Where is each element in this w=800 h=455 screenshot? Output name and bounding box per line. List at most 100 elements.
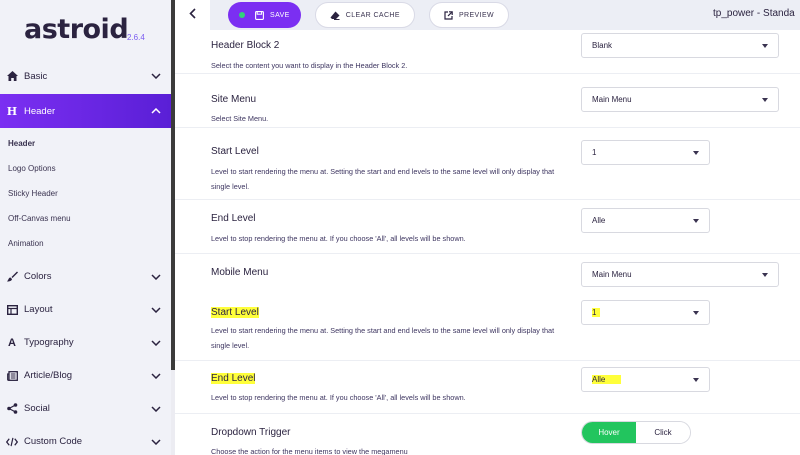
option-click[interactable]: Click: [636, 422, 690, 443]
select-value: Alle: [592, 375, 622, 384]
sidebar-item-label: Social: [24, 403, 50, 414]
settings-panel: Header Block 2 Select the content you wa…: [175, 30, 800, 455]
chevron-down-icon: [151, 371, 161, 381]
caret-down-icon: [693, 378, 699, 382]
share-icon: [6, 403, 18, 414]
submenu-sticky-header[interactable]: Sticky Header: [0, 181, 171, 206]
external-link-icon: [444, 10, 453, 20]
mobile-start-level-select[interactable]: 1: [581, 300, 710, 325]
chevron-down-icon: [151, 338, 161, 348]
back-button[interactable]: [175, 0, 210, 30]
start-level-select[interactable]: 1: [581, 140, 710, 165]
setting-title: Header Block 2: [211, 40, 280, 51]
setting-description: Level to start rendering the menu at. Se…: [211, 326, 555, 350]
mobile-end-level-select[interactable]: Alle: [581, 367, 710, 392]
header-icon: H: [6, 104, 18, 118]
sidebar-item-label: Colors: [24, 271, 52, 282]
dropdown-trigger-toggle: Hover Click: [581, 421, 691, 444]
setting-title: Start Level: [211, 307, 259, 318]
logo-version: 2.6.4: [127, 33, 145, 42]
sidebar-item-custom-code[interactable]: Custom Code: [0, 425, 171, 455]
setting-mobile-end-level: End Level Level to stop rendering the me…: [175, 361, 800, 414]
select-value: Alle: [592, 216, 606, 225]
select-value: 1: [592, 148, 597, 157]
clear-cache-button[interactable]: CLEAR CACHE: [314, 2, 415, 28]
header-submenu: Header Logo Options Sticky Header Off-Ca…: [0, 128, 171, 260]
setting-start-level: Start Level Level to start rendering the…: [175, 128, 800, 200]
code-icon: [6, 437, 18, 447]
header-block-2-select[interactable]: Blank: [581, 33, 779, 58]
logo: astroid 2.6.4: [0, 0, 171, 62]
sidebar: astroid 2.6.4 Basic H Header Header Logo…: [0, 0, 171, 455]
chevron-down-icon: [151, 437, 161, 447]
option-hover[interactable]: Hover: [582, 422, 636, 443]
caret-down-icon: [693, 219, 699, 223]
submenu-animation[interactable]: Animation: [0, 231, 171, 256]
sidebar-item-article-blog[interactable]: Article/Blog: [0, 359, 171, 392]
submenu-logo-options[interactable]: Logo Options: [0, 156, 171, 181]
setting-title: End Level: [211, 213, 256, 224]
chevron-down-icon: [151, 305, 161, 315]
setting-description: Select Site Menu.: [211, 114, 269, 123]
setting-site-menu: Site Menu Select Site Menu. Main Menu: [175, 74, 800, 128]
submenu-header[interactable]: Header: [0, 131, 171, 156]
highlighted-title: Start Level: [211, 307, 259, 318]
setting-mobile-start-level: Start Level Level to start rendering the…: [175, 294, 800, 361]
setting-header-block-2: Header Block 2 Select the content you wa…: [175, 30, 800, 74]
sidebar-item-layout[interactable]: Layout: [0, 293, 171, 326]
caret-down-icon: [762, 44, 768, 48]
sidebar-item-social[interactable]: Social: [0, 392, 171, 425]
sidebar-item-typography[interactable]: A Typography: [0, 326, 171, 359]
setting-title: Mobile Menu: [211, 267, 269, 278]
sidebar-item-label: Basic: [24, 70, 48, 82]
sidebar-item-label: Custom Code: [24, 436, 83, 447]
sidebar-item-colors[interactable]: Colors: [0, 260, 171, 293]
setting-description: Level to stop rendering the menu at. If …: [211, 393, 466, 402]
sidebar-item-label: Article/Blog: [24, 370, 73, 381]
setting-description: Level to stop rendering the menu at. If …: [211, 234, 466, 243]
chevron-left-icon: [189, 6, 196, 24]
select-value: Main Menu: [592, 270, 632, 279]
clear-cache-label: CLEAR CACHE: [345, 11, 400, 19]
sidebar-item-header[interactable]: H Header: [0, 94, 171, 128]
chevron-down-icon: [151, 71, 161, 81]
caret-down-icon: [693, 311, 699, 315]
select-value: 1: [592, 308, 601, 317]
sidebar-item-basic[interactable]: Basic: [0, 62, 171, 90]
home-icon: [6, 71, 18, 81]
chevron-up-icon: [151, 106, 161, 116]
caret-down-icon: [762, 98, 768, 102]
sidebar-item-label: Header: [24, 105, 56, 117]
preview-label: PREVIEW: [458, 11, 495, 19]
eraser-icon: [330, 11, 340, 20]
setting-description: Level to start rendering the menu at. Se…: [211, 167, 555, 191]
save-label: SAVE: [270, 11, 290, 19]
font-icon: A: [8, 336, 16, 349]
setting-end-level: End Level Level to stop rendering the me…: [175, 200, 800, 254]
setting-description: Choose the action for the menu items to …: [211, 447, 408, 455]
sidebar-item-label: Typography: [24, 337, 74, 348]
setting-mobile-menu: Mobile Menu Main Menu: [175, 254, 800, 294]
chevron-down-icon: [151, 272, 161, 282]
select-value: Main Menu: [592, 95, 632, 104]
caret-down-icon: [762, 273, 768, 277]
logo-text: astroid: [24, 14, 129, 45]
setting-dropdown-trigger: Dropdown Trigger Choose the action for t…: [175, 414, 800, 455]
select-value: Blank: [592, 41, 613, 50]
setting-title: End Level: [211, 373, 256, 384]
chevron-down-icon: [151, 404, 161, 414]
paint-brush-icon: [6, 271, 18, 282]
submenu-off-canvas-menu[interactable]: Off-Canvas menu: [0, 206, 171, 231]
save-icon: [255, 10, 264, 20]
preview-button[interactable]: PREVIEW: [428, 2, 510, 28]
mobile-menu-select[interactable]: Main Menu: [581, 262, 779, 287]
setting-title: Dropdown Trigger: [211, 427, 291, 438]
sidebar-item-label: Layout: [24, 304, 53, 315]
setting-title: Start Level: [211, 146, 259, 157]
layout-icon: [6, 304, 18, 315]
site-menu-select[interactable]: Main Menu: [581, 87, 779, 112]
end-level-select[interactable]: Alle: [581, 208, 710, 233]
save-button[interactable]: SAVE: [228, 2, 301, 28]
template-name: tp_power - Standa: [713, 8, 795, 19]
caret-down-icon: [693, 151, 699, 155]
